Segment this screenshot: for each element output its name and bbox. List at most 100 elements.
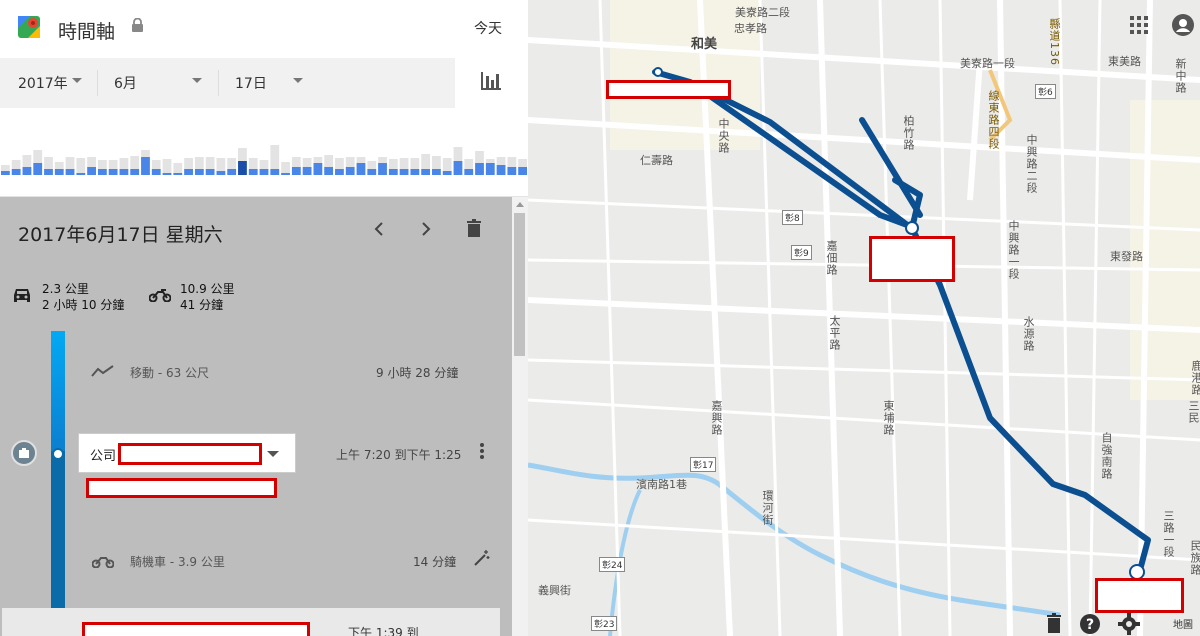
- map-label-mintsu: 民族路: [1189, 540, 1200, 576]
- histogram-bar-activity[interactable]: [442, 171, 452, 175]
- edit-magic-wand-icon[interactable]: [474, 550, 490, 566]
- histogram-bar-activity[interactable]: [130, 169, 140, 175]
- map-label-dongpu: 東埔路: [882, 400, 895, 436]
- histogram-bar-activity[interactable]: [76, 173, 86, 175]
- day-detail: 2017年6月17日 星期六 2.3 公里 2 小時 10 分鐘 10.9 公里…: [0, 197, 512, 636]
- shield-chang8: 彰8: [782, 210, 803, 225]
- map-label-taiping: 太平路: [828, 315, 841, 351]
- histogram-bar-activity[interactable]: [313, 163, 323, 175]
- map-label-guanglu: 鹿港路: [1190, 360, 1200, 396]
- histogram-bar-activity[interactable]: [421, 169, 431, 175]
- map-label-road1: 三路一段: [1162, 510, 1175, 558]
- histogram-bar-activity[interactable]: [399, 169, 409, 175]
- map-type-toggle[interactable]: 地圖: [1173, 616, 1193, 631]
- google-maps-logo-icon: [18, 16, 40, 38]
- histogram-bar-activity[interactable]: [205, 169, 215, 175]
- histogram-bar[interactable]: [162, 159, 172, 175]
- histogram-bar-activity[interactable]: [485, 163, 495, 175]
- day-select[interactable]: 17日: [235, 58, 310, 108]
- redaction-box: [86, 478, 277, 498]
- apps-grid-icon[interactable]: [1130, 16, 1148, 34]
- histogram-bar-activity[interactable]: [270, 169, 280, 175]
- histogram-bar-activity[interactable]: [119, 169, 129, 175]
- shield-chang9: 彰9: [791, 245, 812, 260]
- chevron-down-icon: [72, 78, 82, 83]
- histogram-bar-activity[interactable]: [151, 169, 161, 175]
- ride-segment-label[interactable]: 騎機車 - 3.9 公里: [130, 553, 225, 570]
- car-duration: 2 小時 10 分鐘: [42, 298, 125, 312]
- histogram-bar-activity[interactable]: [324, 167, 334, 175]
- chevron-down-icon: [192, 78, 202, 83]
- histogram-bar-activity[interactable]: [194, 169, 204, 175]
- month-select-value: 6月: [114, 76, 137, 92]
- timeline-bar: [51, 331, 65, 451]
- histogram-bar-activity[interactable]: [87, 167, 96, 175]
- redaction-box: [1095, 578, 1184, 613]
- histogram-bar-activity[interactable]: [302, 167, 312, 175]
- histogram-bar-activity[interactable]: [141, 157, 150, 175]
- histogram-bar-activity[interactable]: [1, 171, 10, 175]
- map-label-zhongyang: 中央路: [717, 118, 730, 154]
- more-options-icon[interactable]: [478, 443, 486, 461]
- histogram-bar-activity[interactable]: [248, 169, 258, 175]
- car-icon: [14, 289, 30, 302]
- histogram-bar-activity[interactable]: [11, 169, 21, 175]
- histogram-bar-activity[interactable]: [65, 169, 75, 175]
- histogram-bar-activity[interactable]: [54, 169, 64, 175]
- histogram-bar-activity[interactable]: [227, 169, 237, 175]
- settings-gear-icon[interactable]: [1118, 613, 1140, 635]
- scrollbar-thumb[interactable]: [514, 213, 525, 356]
- activity-histogram[interactable]: [0, 108, 528, 197]
- histogram-bar-activity[interactable]: [356, 163, 366, 175]
- histogram-bar-activity[interactable]: [518, 167, 527, 175]
- bar-chart-icon: [481, 72, 501, 90]
- histogram-bar-activity[interactable]: [496, 165, 506, 175]
- account-avatar-icon[interactable]: [1172, 14, 1194, 36]
- chevron-right-icon[interactable]: [416, 219, 436, 239]
- histogram-bar-activity[interactable]: [378, 163, 387, 175]
- histogram-bar-activity[interactable]: [432, 169, 441, 175]
- histogram-bar-activity[interactable]: [97, 169, 107, 175]
- today-button[interactable]: 今天: [474, 18, 502, 38]
- histogram-bar[interactable]: [76, 158, 86, 175]
- histogram-bar-activity[interactable]: [44, 169, 53, 175]
- date-title: 2017年6月17日 星期六: [18, 224, 223, 246]
- histogram-bar-activity[interactable]: [453, 161, 463, 175]
- histogram-toggle-button[interactable]: [455, 58, 528, 108]
- delete-day-trash-icon[interactable]: [465, 218, 485, 238]
- histogram-bar-activity[interactable]: [464, 169, 474, 175]
- histogram-bar-activity[interactable]: [259, 169, 269, 175]
- year-select-value: 2017年: [18, 76, 68, 92]
- histogram-bar-activity[interactable]: [291, 167, 301, 175]
- chevron-down-icon: [267, 451, 279, 457]
- histogram-bar-activity[interactable]: [410, 169, 420, 175]
- histogram-bar-activity[interactable]: [33, 163, 43, 175]
- histogram-bar-activity[interactable]: [507, 167, 517, 175]
- map-label-xiangang4: 線東路四段: [987, 90, 1000, 150]
- move-segment-label[interactable]: 移動 - 63 公尺: [130, 364, 209, 381]
- map-trash-icon[interactable]: [1046, 613, 1062, 633]
- histogram-bar-activity[interactable]: [367, 169, 377, 175]
- histogram-bars[interactable]: [0, 108, 528, 196]
- chevron-left-icon[interactable]: [369, 219, 389, 239]
- motorcycle-icon: [92, 557, 114, 568]
- histogram-bar-activity[interactable]: [281, 173, 290, 175]
- histogram-bar-activity[interactable]: [22, 167, 32, 175]
- histogram-bar-activity[interactable]: [162, 173, 172, 175]
- histogram-bar-activity[interactable]: [335, 169, 344, 175]
- histogram-bar-activity[interactable]: [216, 171, 226, 175]
- histogram-bar-activity[interactable]: [238, 161, 247, 175]
- histogram-bar-activity[interactable]: [388, 169, 398, 175]
- histogram-bar-activity[interactable]: [184, 169, 193, 175]
- map-label-meiliao2: 美寮路二段: [735, 6, 790, 19]
- month-select[interactable]: 6月: [114, 58, 209, 108]
- redaction-box: [82, 622, 310, 636]
- year-select[interactable]: 2017年: [18, 58, 88, 108]
- header-bar: 時間軸 今天: [0, 0, 528, 58]
- scroll-up-icon[interactable]: [516, 202, 524, 208]
- histogram-bar-activity[interactable]: [108, 169, 118, 175]
- help-icon[interactable]: ?: [1079, 613, 1101, 635]
- histogram-bar-activity[interactable]: [475, 163, 484, 175]
- histogram-bar-activity[interactable]: [173, 173, 183, 175]
- histogram-bar-activity[interactable]: [345, 167, 355, 175]
